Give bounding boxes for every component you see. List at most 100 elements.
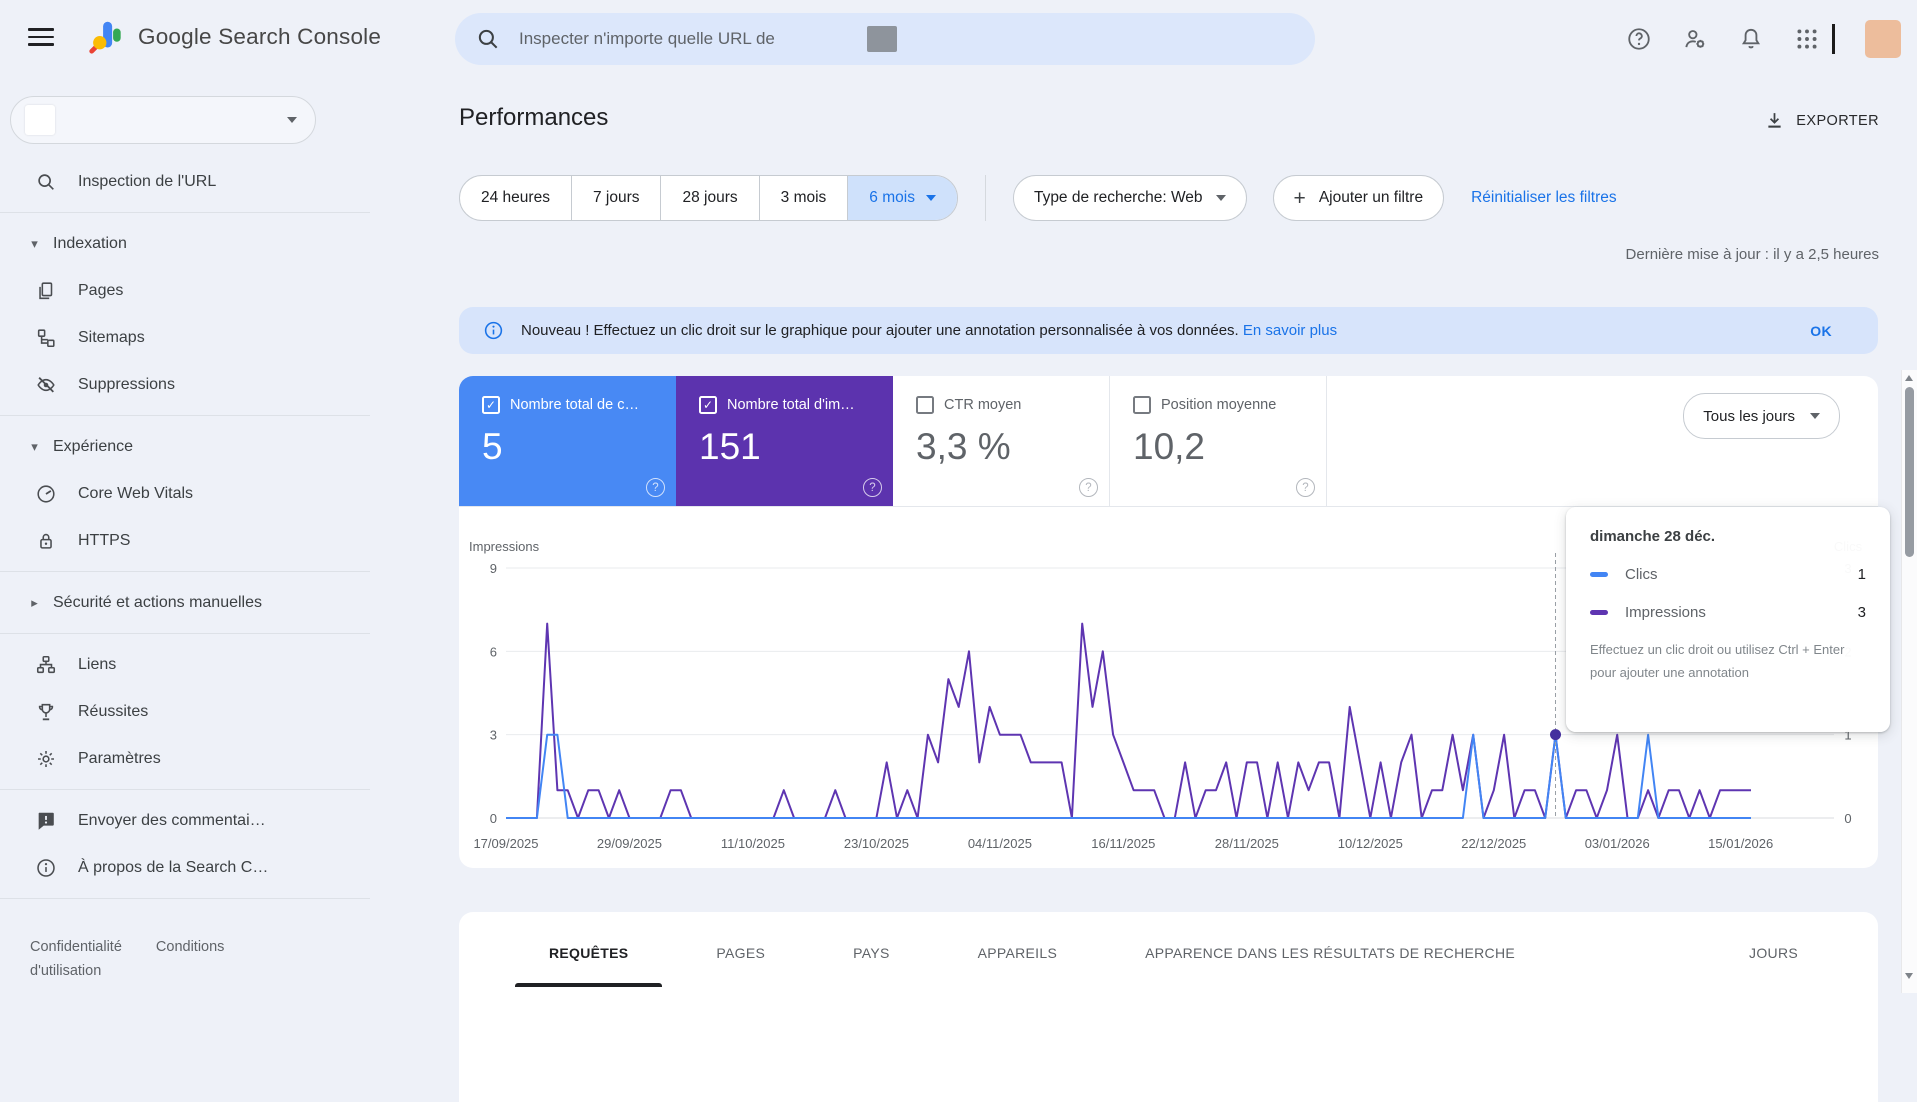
chevron-down-icon [287, 117, 297, 123]
search-icon [475, 26, 501, 52]
granularity-dropdown[interactable]: Tous les jours [1683, 393, 1840, 439]
scrollbar-thumb[interactable] [1905, 387, 1914, 557]
sidebar-item-https[interactable]: HTTPS [0, 517, 370, 564]
svg-text:6: 6 [490, 644, 497, 659]
sidebar-item-liens[interactable]: Liens [0, 641, 370, 688]
add-filter-button[interactable]: + Ajouter un filtre [1273, 175, 1445, 221]
svg-text:0: 0 [490, 811, 497, 826]
tab-pays[interactable]: PAYS [809, 912, 933, 993]
metric-card-avg-position[interactable]: Position moyenne 10,2 ? [1110, 376, 1327, 506]
search-icon [35, 171, 57, 193]
tooltip-row-clics: Clics 1 [1590, 566, 1866, 583]
range-24-heures[interactable]: 24 heures [460, 176, 572, 220]
sidebar-section-indexation[interactable]: ▾ Indexation [0, 220, 370, 267]
checkbox-unchecked[interactable] [916, 396, 934, 414]
app-title: Google Search Console [138, 24, 381, 50]
checkbox-unchecked[interactable] [1133, 396, 1151, 414]
chevron-down-icon [1810, 413, 1820, 419]
user-settings-icon[interactable] [1682, 26, 1708, 52]
metric-value: 10,2 [1133, 426, 1326, 468]
banner-ok-button[interactable]: OK [1810, 323, 1832, 339]
hamburger-menu-icon[interactable] [28, 24, 54, 50]
metric-label: Position moyenne [1161, 397, 1276, 413]
svg-text:16/11/2025: 16/11/2025 [1091, 836, 1155, 851]
privacy-link[interactable]: Confidentialité [30, 939, 122, 955]
reset-filters-link[interactable]: Réinitialiser les filtres [1471, 189, 1617, 207]
sidebar-item-parametres[interactable]: Paramètres [0, 735, 370, 782]
account-avatar[interactable] [1865, 20, 1901, 58]
svg-text:0: 0 [1844, 811, 1851, 826]
metric-value: 5 [482, 426, 676, 468]
svg-text:9: 9 [490, 561, 497, 576]
tooltip-annotation-hint: Effectuez un clic droit ou utilisez Ctrl… [1590, 638, 1866, 684]
sidebar-section-security-manual-actions[interactable]: ▸ Sécurité et actions manuelles [0, 579, 370, 626]
metric-card-avg-ctr[interactable]: CTR moyen 3,3 % ? [893, 376, 1110, 506]
sidebar-section-label: Expérience [53, 438, 133, 456]
clics-legend-dash [1590, 572, 1608, 577]
url-inspection-search-bar[interactable] [455, 13, 1315, 65]
help-icon[interactable]: ? [863, 478, 882, 497]
chevron-down-icon [1216, 195, 1226, 201]
range-6-mois-selected[interactable]: 6 mois [848, 176, 957, 220]
app-logo[interactable]: Google Search Console [86, 18, 381, 56]
tab-jours[interactable]: JOURS [1705, 912, 1842, 993]
links-orgchart-icon [35, 654, 57, 676]
search-type-filter-button[interactable]: Type de recherche: Web [1013, 175, 1247, 221]
vertical-scrollbar[interactable] [1901, 370, 1917, 993]
url-inspection-input[interactable] [517, 28, 851, 50]
sidebar-section-experience[interactable]: ▾ Expérience [0, 423, 370, 470]
tooltip-series-name: Impressions [1625, 604, 1706, 621]
divider [0, 633, 370, 634]
sidebar-item-label: Envoyer des commentai… [78, 812, 266, 830]
property-selector[interactable] [10, 96, 316, 144]
metric-card-total-clicks[interactable]: ✓Nombre total de c… 5 ? [459, 376, 676, 506]
gear-icon [35, 748, 57, 770]
range-28-jours[interactable]: 28 jours [661, 176, 759, 220]
divider [0, 212, 370, 213]
granularity-label: Tous les jours [1703, 408, 1795, 425]
sidebar-item-url-inspection[interactable]: Inspection de l'URL [0, 158, 370, 205]
range-3-mois[interactable]: 3 mois [760, 176, 849, 220]
svg-text:3: 3 [490, 728, 497, 743]
svg-text:23/10/2025: 23/10/2025 [844, 836, 909, 851]
tab-apparence[interactable]: APPARENCE DANS LES RÉSULTATS DE RECHERCH… [1101, 912, 1559, 993]
sidebar-item-pages[interactable]: Pages [0, 267, 370, 314]
sidebar-item-reussites[interactable]: Réussites [0, 688, 370, 735]
help-icon[interactable]: ? [1079, 478, 1098, 497]
notifications-bell-icon[interactable] [1738, 26, 1764, 52]
svg-text:10/12/2025: 10/12/2025 [1338, 836, 1403, 851]
checkbox-checked[interactable]: ✓ [482, 396, 500, 414]
sidebar-item-sitemaps[interactable]: Sitemaps [0, 314, 370, 361]
sidebar-item-feedback[interactable]: Envoyer des commentai… [0, 797, 370, 844]
range-7-jours[interactable]: 7 jours [572, 176, 662, 220]
tab-appareils[interactable]: APPAREILS [934, 912, 1101, 993]
chevron-expanded-icon: ▾ [27, 236, 42, 252]
svg-text:28/11/2025: 28/11/2025 [1215, 836, 1279, 851]
help-icon[interactable] [1626, 26, 1652, 52]
sidebar-item-label: Paramètres [78, 750, 161, 768]
chevron-collapsed-icon: ▸ [27, 595, 42, 611]
date-range-control: 24 heures 7 jours 28 jours 3 mois 6 mois [459, 175, 958, 221]
tooltip-date: dimanche 28 déc. [1590, 528, 1866, 545]
sidebar-item-label: À propos de la Search C… [78, 859, 268, 877]
google-apps-grid-icon[interactable] [1794, 26, 1820, 52]
export-button[interactable]: EXPORTER [1764, 110, 1879, 131]
sidebar-item-core-web-vitals[interactable]: Core Web Vitals [0, 470, 370, 517]
sidebar-item-suppressions[interactable]: Suppressions [0, 361, 370, 408]
sidebar-item-about[interactable]: À propos de la Search C… [0, 844, 370, 891]
metric-label: Nombre total d'im… [727, 397, 855, 413]
metric-card-total-impressions[interactable]: ✓Nombre total d'im… 151 ? [676, 376, 893, 506]
help-icon[interactable]: ? [1296, 478, 1315, 497]
cards-filler: Tous les jours [1327, 376, 1878, 506]
checkbox-checked[interactable]: ✓ [699, 396, 717, 414]
learn-more-link[interactable]: En savoir plus [1243, 322, 1337, 339]
tab-requetes[interactable]: REQUÊTES [505, 912, 672, 993]
tooltip-series-value: 1 [1858, 566, 1866, 583]
range-label: 6 mois [869, 189, 915, 207]
search-console-logo-icon [86, 18, 124, 56]
scroll-down-arrow[interactable] [1905, 973, 1913, 979]
performance-chart[interactable]: 03690123ImpressionsClics17/09/202529/09/… [459, 507, 1878, 869]
scroll-up-arrow[interactable] [1905, 375, 1913, 381]
tab-pages[interactable]: PAGES [672, 912, 809, 993]
help-icon[interactable]: ? [646, 478, 665, 497]
